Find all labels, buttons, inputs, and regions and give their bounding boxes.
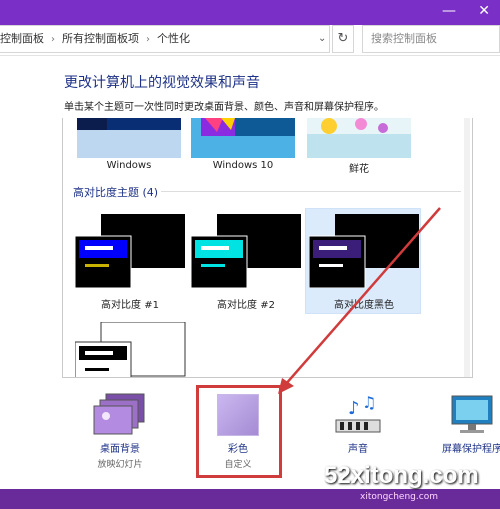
group-divider [161,191,461,192]
search-placeholder: 搜索控制面板 [371,32,437,45]
refresh-icon: ↻ [337,31,349,46]
screensaver-label: 屏幕保护程序 [442,444,500,455]
chevron-right-icon[interactable]: › [51,27,55,52]
hc-white-preview [74,321,186,377]
hc-black-preview [308,214,419,289]
chevron-down-icon[interactable]: ⌄ [318,33,326,44]
theme-label-windows: Windows [106,160,152,171]
title-bar: — ✕ [0,0,500,25]
breadcrumb[interactable]: 控制面板 › 所有控制面板项 › 个性化 [0,25,330,53]
theme-thumbnail-windows-10[interactable] [191,118,295,158]
hc1-preview [74,214,185,289]
svg-text:♫: ♫ [362,393,376,412]
theme-label-hc-black: 高对比度黑色 [334,300,394,311]
windows-theme-preview [77,118,181,158]
theme-label-windows-10: Windows 10 [212,160,274,171]
theme-thumbnail-hc-black[interactable] [308,214,419,289]
flowers-theme-preview [307,118,411,158]
windows10-theme-preview [191,118,295,158]
hc2-preview [190,214,301,289]
theme-thumbnail-hc-white[interactable] [74,321,187,377]
svg-text:♪: ♪ [348,398,360,419]
theme-thumbnail-hc1[interactable] [74,214,185,289]
search-input[interactable]: 搜索控制面板 [362,25,500,53]
address-bar: 控制面板 › 所有控制面板项 › 个性化 ⌄ ↻ 搜索控制面板 [0,25,500,56]
sounds-label: 声音 [348,444,368,455]
page-description: 单击某个主题可一次性同时更改桌面背景、颜色、声音和屏幕保护程序。 [64,102,384,113]
high-contrast-group-title: 高对比度主题 (4) [73,186,159,199]
theme-label-hc2: 高对比度 #2 [217,300,275,311]
breadcrumb-control-panel[interactable]: 控制面板 [0,26,44,52]
watermark: 52xitong.com [324,462,479,489]
screensaver-icon [451,395,493,433]
desktop-background-icon [93,393,145,435]
refresh-button[interactable]: ↻ [332,25,354,53]
sounds-button[interactable]: ♪ ♫ 声音 [320,392,396,455]
theme-thumbnail-windows[interactable] [77,118,181,158]
breadcrumb-personalization[interactable]: 个性化 [157,26,190,52]
desktop-background-button[interactable]: 桌面背景 放映幻灯片 [82,392,158,470]
page-title: 更改计算机上的视觉效果和声音 [64,75,260,91]
chevron-right-icon[interactable]: › [146,27,150,52]
highlight-box [196,385,282,478]
screensaver-button[interactable]: 屏幕保护程序 [434,392,500,455]
theme-thumbnail-hc2[interactable] [190,214,301,289]
close-button[interactable]: ✕ [478,3,490,19]
theme-gallery: Windows Windows 10 鲜花 高对比度主题 (4) 高对比度 #1… [62,118,473,378]
theme-label-hc1: 高对比度 #1 [101,300,159,311]
desktop-background-sub: 放映幻灯片 [97,460,143,470]
theme-thumbnail-flowers[interactable] [307,118,411,158]
breadcrumb-all-items[interactable]: 所有控制面板项 [62,26,139,52]
sounds-icon: ♪ ♫ [335,393,381,433]
desktop-background-label: 桌面背景 [100,444,140,455]
gallery-scrollbar[interactable] [464,118,470,377]
watermark-sub: xitongcheng.com [360,492,438,502]
theme-label-flowers: 鲜花 [349,164,369,175]
minimize-button[interactable]: — [442,3,456,19]
